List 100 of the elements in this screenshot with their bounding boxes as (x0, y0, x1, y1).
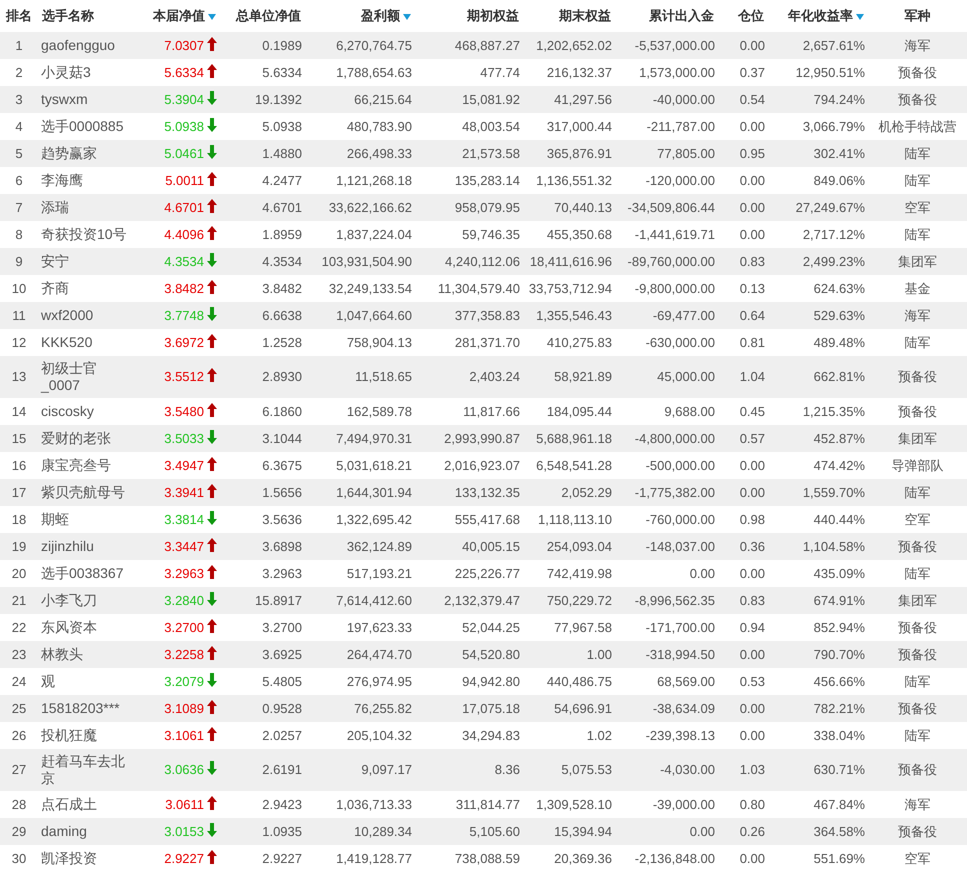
player-name[interactable]: 点石成土 (41, 796, 130, 812)
table-cell: 3.2963 (262, 566, 302, 580)
table-cell: 790.70% (814, 646, 865, 662)
table-cell: 预备役 (898, 404, 937, 418)
table-cell: 8.36 (494, 762, 520, 777)
rank-cell: 14 (12, 404, 26, 418)
column-header[interactable]: 累计出入金 (649, 8, 714, 23)
net-value: 5.3904 (164, 90, 204, 108)
sort-icon[interactable] (208, 14, 216, 20)
table-cell: 264,474.70 (346, 646, 412, 662)
player-name[interactable]: 李海鹰 (41, 172, 130, 188)
table-cell: -318,994.50 (646, 646, 715, 662)
rank-cell: 24 (12, 674, 26, 688)
table-cell: 624.63% (814, 280, 865, 296)
player-name[interactable]: 选手0000885 (41, 118, 130, 134)
column-header[interactable]: 年化收益率 (788, 8, 853, 23)
player-name[interactable]: 齐商 (41, 280, 130, 296)
player-name[interactable]: 凯泽投资 (41, 850, 130, 866)
table-cell: 2,993,990.87 (444, 430, 520, 446)
column-header[interactable]: 本届净值 (153, 8, 205, 23)
column-header[interactable]: 期初权益 (467, 8, 519, 23)
table-cell: 15.8917 (255, 592, 302, 608)
table-cell: 9,097.17 (361, 762, 412, 777)
rank-cell: 29 (12, 824, 26, 838)
table-cell: 4.2477 (262, 172, 302, 188)
table-cell: 742,419.98 (546, 566, 612, 580)
table-cell: 7,494,970.31 (336, 430, 412, 446)
table-cell: 52,044.25 (462, 620, 520, 634)
table-cell: 1,121,268.18 (336, 172, 412, 188)
table-cell: 0.45 (740, 404, 765, 418)
table-cell: 794.24% (814, 92, 865, 106)
rank-cell: 5 (15, 146, 23, 160)
net-value: 3.4947 (164, 456, 204, 474)
table-cell: 导弹部队 (892, 458, 944, 472)
column-header[interactable]: 仓位 (738, 8, 764, 23)
table-cell: 0.26 (740, 824, 765, 838)
player-name[interactable]: 选手0038367 (41, 564, 130, 582)
table-cell: 空军 (904, 512, 930, 526)
rank-cell: 11 (12, 308, 26, 322)
table-cell: 474.42% (814, 458, 865, 472)
rank-cell: 21 (12, 592, 26, 608)
table-cell: 48,003.54 (462, 118, 520, 134)
table-cell: 0.9528 (262, 700, 302, 716)
rank-cell: 3 (15, 92, 23, 106)
table-cell: 489.48% (814, 334, 865, 350)
rank-cell: 1 (15, 38, 23, 52)
table-cell: 480,783.90 (346, 118, 412, 134)
table-cell: 预备役 (898, 762, 937, 777)
table-cell: 68,569.00 (657, 674, 715, 688)
net-value: 3.5480 (164, 402, 204, 420)
player-name[interactable]: 东风资本 (41, 618, 130, 636)
table-cell: 1.03 (740, 762, 765, 777)
table-cell: 1,788,654.63 (336, 64, 412, 80)
table-cell: 6,270,764.75 (336, 38, 412, 52)
player-name[interactable]: 投机狂魔 (41, 726, 130, 744)
column-header[interactable]: 军种 (904, 8, 930, 23)
table-cell: 477.74 (480, 64, 520, 80)
table-cell: 0.53 (740, 674, 765, 688)
player-name[interactable]: 康宝亮叁号 (41, 456, 130, 474)
table-cell: 0.81 (740, 334, 765, 350)
table-cell: 5,688,961.18 (536, 430, 612, 446)
rank-cell: 30 (12, 850, 26, 866)
table-cell: 0.00 (690, 566, 715, 580)
column-header[interactable]: 期末权益 (559, 8, 611, 23)
player-name[interactable]: 观 (41, 672, 130, 690)
column-header[interactable]: 总单位净值 (236, 8, 301, 23)
sort-icon[interactable] (856, 14, 864, 20)
sort-icon[interactable] (403, 14, 411, 20)
table-cell: 2.6191 (262, 762, 302, 777)
table-cell: 陆军 (904, 146, 930, 160)
player-name[interactable]: 小灵菇3 (41, 64, 130, 80)
player-name[interactable]: 期蛭 (41, 510, 130, 528)
table-cell: 0.83 (740, 592, 765, 608)
column-header[interactable]: 选手名称 (42, 8, 94, 23)
table-cell: 预备役 (898, 700, 937, 716)
table-cell: 11,304,579.40 (438, 280, 520, 296)
rank-cell: 27 (12, 762, 26, 777)
table-cell: 54,520.80 (462, 646, 520, 662)
table-cell: -4,800,000.00 (634, 430, 715, 446)
table-cell: -1,775,382.00 (634, 484, 715, 500)
player-name[interactable]: 奇获投资10号 (41, 226, 130, 242)
column-header[interactable]: 排名 (6, 8, 32, 23)
table-cell: 4,240,112.06 (445, 254, 520, 268)
table-cell: 0.80 (740, 796, 765, 812)
column-header[interactable]: 盈利额 (361, 8, 400, 23)
table-cell: 738,088.59 (454, 850, 520, 866)
table-cell: 1,322,695.42 (336, 512, 412, 526)
table-cell: 0.00 (740, 850, 765, 866)
net-value: 3.3941 (164, 484, 204, 502)
player-name[interactable]: ciscosky (41, 402, 130, 420)
table-cell: 0.00 (740, 38, 765, 52)
net-value: 3.1061 (164, 726, 204, 744)
table-cell: 958,079.95 (454, 200, 520, 214)
player-name[interactable]: KKK520 (41, 334, 130, 350)
rank-cell: 13 (12, 369, 26, 384)
rank-cell: 26 (12, 728, 26, 742)
rank-cell: 4 (15, 118, 23, 134)
table-cell: -630,000.00 (646, 334, 715, 350)
table-cell: 338.04% (814, 728, 865, 742)
table-cell: 2.8930 (262, 369, 302, 384)
